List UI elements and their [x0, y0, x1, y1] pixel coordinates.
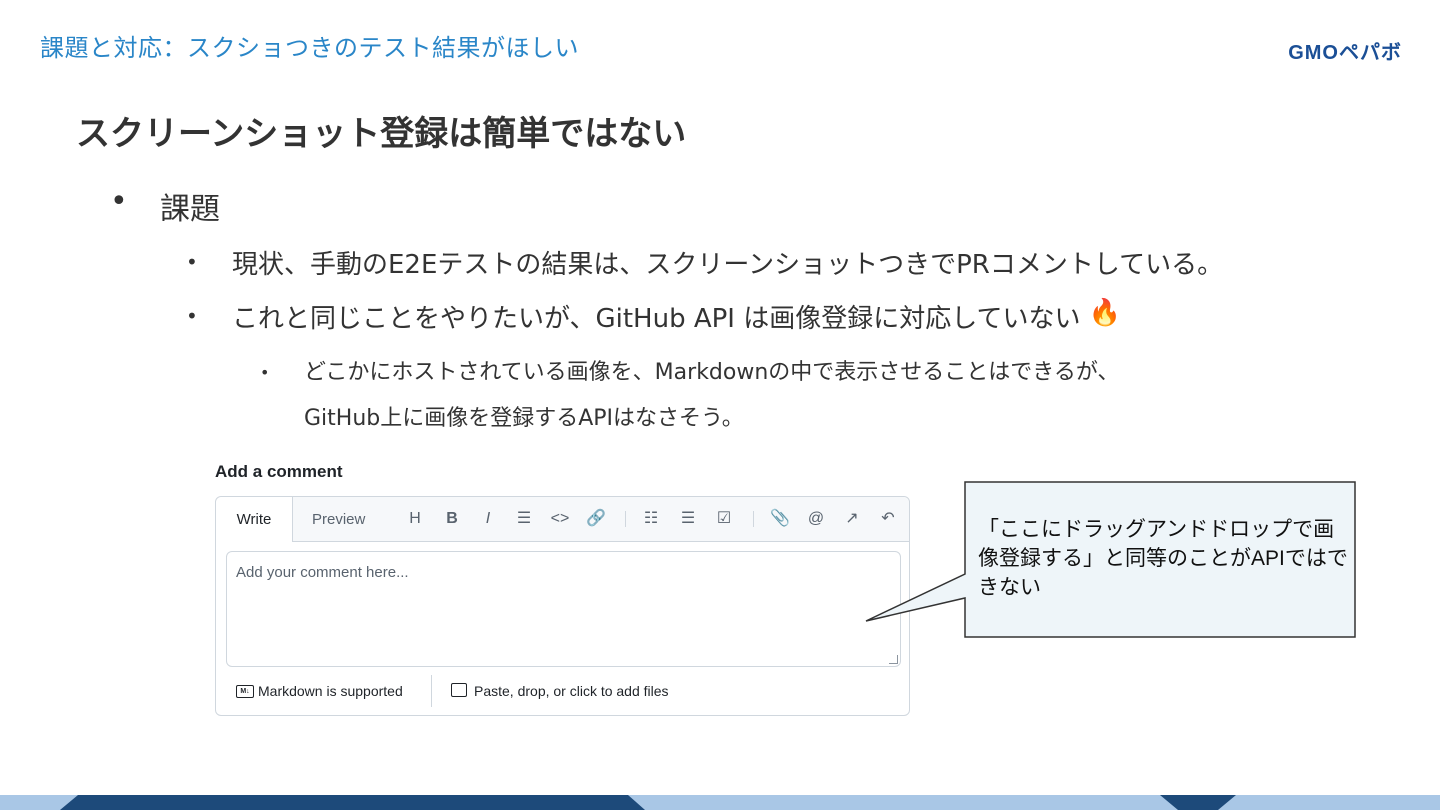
bullet-level2-goal: • これと同じことをやりたいが、GitHub API は画像登録に対応していない… — [186, 298, 1121, 335]
toolbar-divider — [753, 511, 754, 527]
tab-preview[interactable]: Preview — [312, 497, 365, 541]
bullet-text-line2: GitHub上に画像を登録するAPIはなさそう。 — [304, 406, 744, 431]
comment-textarea[interactable]: Add your comment here... — [226, 551, 901, 667]
bullet-dot: • — [260, 363, 270, 382]
slide-title: スクリーンショット登録は簡単ではない — [76, 114, 687, 154]
attach-icon[interactable]: 📎 — [769, 507, 791, 531]
footer-divider — [431, 675, 432, 707]
ordered-list-icon[interactable]: ☷ — [640, 507, 662, 531]
bullet-text-line1: どこかにホストされている画像を、Markdownの中で表示させることはできるが、 — [304, 360, 1120, 385]
bullet-level1: • 課題 — [110, 184, 220, 228]
comment-footer: M↓ Markdown is supported Paste, drop, or… — [216, 667, 909, 715]
italic-icon[interactable]: I — [477, 507, 499, 531]
bullet-text: 課題 — [160, 192, 220, 227]
bullet-dot: • — [186, 304, 198, 328]
bullet-dot: • — [110, 184, 128, 219]
fire-icon: 🔥 — [1088, 298, 1121, 328]
image-icon — [451, 683, 467, 697]
company-logo: GMOペパボ — [1288, 42, 1402, 64]
markdown-supported-link[interactable]: Markdown is supported — [258, 683, 403, 699]
resize-handle[interactable] — [889, 655, 898, 664]
section-title: 課題と対応：スクショつきのテスト結果がほしい — [40, 34, 579, 62]
tab-write[interactable]: Write — [216, 497, 293, 542]
bullet-text: どこかにホストされている画像を、Markdownの中で表示させることはできるが、… — [304, 350, 1119, 442]
bullet-dot: • — [186, 250, 198, 274]
heading-icon[interactable]: H — [404, 507, 426, 531]
quote-icon[interactable]: ☰ — [513, 507, 535, 531]
comment-box-title: Add a comment — [215, 462, 343, 481]
comment-toolbar: Write Preview H B I ☰ <> 🔗 ☷ ☰ ☑ 📎 @ ↗ ↶ — [216, 497, 909, 542]
task-list-icon[interactable]: ☑ — [713, 507, 735, 531]
bullet-text: これと同じことをやりたいが、GitHub API は画像登録に対応していない — [232, 304, 1081, 334]
bullet-level2-current: • 現状、手動のE2Eテストの結果は、スクリーンショットつきでPRコメントしてい… — [186, 244, 1223, 281]
add-files-button[interactable]: Paste, drop, or click to add files — [474, 683, 669, 699]
comment-placeholder: Add your comment here... — [236, 564, 409, 581]
bold-icon[interactable]: B — [441, 507, 463, 531]
footer-band — [0, 795, 1440, 810]
mention-icon[interactable]: @ — [805, 507, 827, 531]
bullet-level3: • どこかにホストされている画像を、Markdownの中で表示させることはできる… — [260, 350, 1119, 442]
unordered-list-icon[interactable]: ☰ — [677, 507, 699, 531]
toolbar-divider — [625, 511, 626, 527]
code-icon[interactable]: <> — [549, 507, 571, 531]
callout-text: 「ここにドラッグアンドドロップで画像登録する」と同等のことがAPIではできない — [978, 518, 1348, 599]
link-icon[interactable]: 🔗 — [585, 507, 607, 531]
markdown-icon: M↓ — [236, 685, 254, 698]
bullet-text: 現状、手動のE2Eテストの結果は、スクリーンショットつきでPRコメントしている。 — [232, 250, 1224, 280]
comment-box: Write Preview H B I ☰ <> 🔗 ☷ ☰ ☑ 📎 @ ↗ ↶… — [215, 496, 910, 716]
